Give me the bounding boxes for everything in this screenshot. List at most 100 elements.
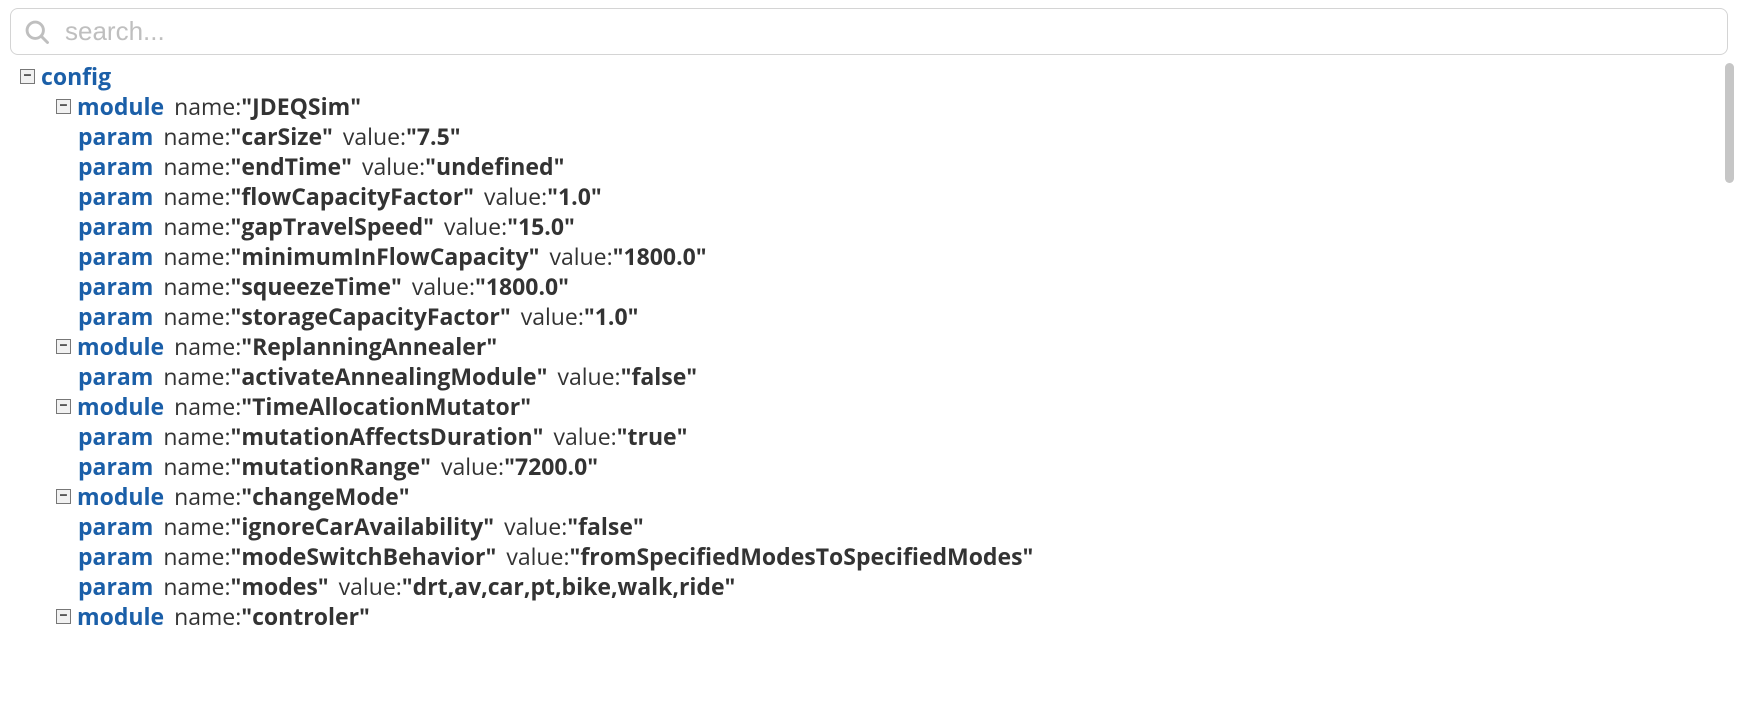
collapse-icon[interactable] bbox=[20, 69, 35, 84]
tag-module: module bbox=[77, 481, 164, 511]
tag-param: param bbox=[78, 421, 153, 451]
tag-param: param bbox=[78, 451, 153, 481]
attr-name-label: value: bbox=[484, 181, 547, 211]
node-param[interactable]: paramname: "minimumInFlowCapacity"value:… bbox=[78, 241, 1726, 271]
param-name: "mutationAffectsDuration" bbox=[231, 421, 544, 451]
attr-name-label: value: bbox=[343, 121, 406, 151]
tag-module: module bbox=[77, 331, 164, 361]
node-param[interactable]: param name: "ignoreCarAvailability" value:… bbox=[78, 511, 1726, 541]
tag-param: param bbox=[78, 241, 153, 271]
attr-name-label: value: bbox=[444, 211, 507, 241]
attr-name-label: name: bbox=[163, 271, 230, 301]
tag-param: param bbox=[78, 571, 153, 601]
param-name: "storageCapacityFactor" bbox=[231, 301, 511, 331]
node-param[interactable]: paramname: "gapTravelSpeed"value: "15.0" bbox=[78, 211, 1726, 241]
module-name: "ReplanningAnnealer" bbox=[241, 331, 497, 361]
param-value: "true" bbox=[617, 421, 688, 451]
node-param[interactable]: param name: "carSize" value: "7.5" bbox=[78, 121, 1726, 151]
param-name: "activateAnnealingModule" bbox=[231, 361, 548, 391]
param-value: "7.5" bbox=[406, 121, 461, 151]
param-name: "flowCapacityFactor" bbox=[231, 181, 474, 211]
module-name: "changeMode" bbox=[241, 481, 409, 511]
node-config[interactable]: config bbox=[20, 61, 1726, 91]
attr-name-label: name: bbox=[163, 361, 230, 391]
tag-param: param bbox=[78, 361, 153, 391]
tag-module: module bbox=[77, 91, 164, 121]
node-module[interactable]: modulename: "controler" bbox=[56, 601, 1726, 631]
attr-name-label: name: bbox=[163, 571, 230, 601]
node-module[interactable]: modulename: "TimeAllocationMutator" bbox=[56, 391, 1726, 421]
attr-name-label: value: bbox=[441, 451, 504, 481]
param-value: "1.0" bbox=[584, 301, 639, 331]
node-param[interactable]: param name: "endTime" value: "undefined" bbox=[78, 151, 1726, 181]
tag-param: param bbox=[78, 541, 153, 571]
attr-name-label: value: bbox=[506, 541, 569, 571]
collapse-icon[interactable] bbox=[56, 399, 71, 414]
param-value: "7200.0" bbox=[504, 451, 598, 481]
param-name: "modes" bbox=[231, 571, 329, 601]
tag-module: module bbox=[77, 391, 164, 421]
tag-param: param bbox=[78, 181, 153, 211]
node-module[interactable]: module name: "ReplanningAnnealer" bbox=[56, 331, 1726, 361]
node-param[interactable]: paramname: "storageCapacityFactor"value:… bbox=[78, 301, 1726, 331]
attr-name-label: name: bbox=[174, 391, 241, 421]
attr-name-label: name: bbox=[163, 121, 230, 151]
collapse-icon[interactable] bbox=[56, 339, 71, 354]
param-name: "gapTravelSpeed" bbox=[231, 211, 434, 241]
node-param[interactable]: paramname: "flowCapacityFactor"value: "1… bbox=[78, 181, 1726, 211]
tag-config: config bbox=[41, 61, 111, 91]
attr-name-label: value: bbox=[521, 301, 584, 331]
param-value: "drt,av,car,pt,bike,walk,ride" bbox=[402, 571, 736, 601]
module-name: "controler" bbox=[241, 601, 370, 631]
param-value: "undefined" bbox=[425, 151, 564, 181]
xml-tree: configmodulename: "JDEQSim"paramname: "c… bbox=[0, 61, 1738, 701]
tag-module: module bbox=[77, 601, 164, 631]
node-param[interactable]: param name: "activateAnnealingModule" valu… bbox=[78, 361, 1726, 391]
scrollbar-thumb[interactable] bbox=[1725, 63, 1734, 183]
attr-name-label: name: bbox=[163, 181, 230, 211]
attr-name-label: name: bbox=[163, 421, 230, 451]
search-icon bbox=[23, 18, 51, 46]
param-name: "endTime" bbox=[231, 151, 353, 181]
node-module[interactable]: module name: "changeMode" bbox=[56, 481, 1726, 511]
attr-name-label: name: bbox=[163, 211, 230, 241]
attr-name-label: name: bbox=[174, 331, 241, 361]
param-name: "carSize" bbox=[231, 121, 333, 151]
search-bar[interactable] bbox=[10, 8, 1728, 55]
collapse-icon[interactable] bbox=[56, 99, 71, 114]
param-name: "mutationRange" bbox=[231, 451, 431, 481]
collapse-icon[interactable] bbox=[56, 609, 71, 624]
collapse-icon[interactable] bbox=[56, 489, 71, 504]
tag-param: param bbox=[78, 121, 153, 151]
node-param[interactable]: param name: "modes" value: "drt,av,car,pt,… bbox=[78, 571, 1726, 601]
module-name: "JDEQSim" bbox=[241, 91, 361, 121]
attr-name-label: name: bbox=[163, 511, 230, 541]
attr-name-label: value: bbox=[549, 241, 612, 271]
node-module[interactable]: modulename: "JDEQSim" bbox=[56, 91, 1726, 121]
attr-name-label: name: bbox=[163, 151, 230, 181]
attr-name-label: name: bbox=[163, 451, 230, 481]
attr-name-label: value: bbox=[557, 361, 620, 391]
attr-name-label: name: bbox=[174, 481, 241, 511]
search-input[interactable] bbox=[63, 15, 1715, 48]
attr-name-label: value: bbox=[339, 571, 402, 601]
node-param[interactable]: param name: "mutationAffectsDuration" valu… bbox=[78, 421, 1726, 451]
node-param[interactable]: paramname: "squeezeTime"value: "1800.0" bbox=[78, 271, 1726, 301]
attr-name-label: name: bbox=[163, 301, 230, 331]
tag-param: param bbox=[78, 511, 153, 541]
param-name: "squeezeTime" bbox=[231, 271, 402, 301]
param-name: "minimumInFlowCapacity" bbox=[231, 241, 540, 271]
param-name: "ignoreCarAvailability" bbox=[231, 511, 495, 541]
param-value: "1800.0" bbox=[613, 241, 707, 271]
param-value: "false" bbox=[567, 511, 644, 541]
attr-name-label: value: bbox=[504, 511, 567, 541]
param-name: "modeSwitchBehavior" bbox=[231, 541, 497, 571]
param-value: "false" bbox=[621, 361, 698, 391]
tag-param: param bbox=[78, 151, 153, 181]
attr-name-label: value: bbox=[412, 271, 475, 301]
attr-name-label: value: bbox=[362, 151, 425, 181]
node-param[interactable]: param name: "mutationRange" value: "7200.0… bbox=[78, 451, 1726, 481]
node-param[interactable]: paramname: "modeSwitchBehavior"value: "f… bbox=[78, 541, 1726, 571]
attr-name-label: value: bbox=[554, 421, 617, 451]
param-value: "fromSpecifiedModesToSpecifiedModes" bbox=[569, 541, 1033, 571]
